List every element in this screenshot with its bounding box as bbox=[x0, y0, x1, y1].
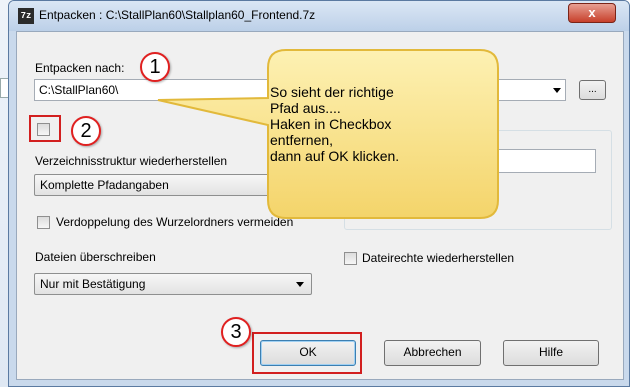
window-title: Entpacken : C:\StallPlan60\Stallplan60_F… bbox=[39, 8, 316, 22]
restore-rights-checkbox[interactable] bbox=[344, 252, 357, 265]
callout-text: So sieht der richtige Pfad aus.... Haken… bbox=[270, 84, 400, 164]
overwrite-value: Nur mit Bestätigung bbox=[40, 277, 146, 291]
checkbox-highlight-frame bbox=[29, 115, 61, 142]
extract-path-value: C:\StallPlan60\ bbox=[39, 83, 119, 97]
overwrite-label: Dateien überschreiben bbox=[35, 250, 156, 264]
overwrite-dropdown[interactable]: Nur mit Bestätigung bbox=[34, 273, 312, 295]
chevron-down-icon[interactable] bbox=[296, 282, 304, 287]
cancel-button[interactable]: Abbrechen bbox=[384, 340, 481, 366]
annotation-marker-3: 3 bbox=[221, 317, 251, 347]
eliminate-duplicate-checkbox[interactable] bbox=[37, 216, 50, 229]
7zip-app-icon: 7z bbox=[18, 8, 34, 24]
extract-to-label: Entpacken nach: bbox=[35, 61, 125, 75]
annotation-marker-2: 2 bbox=[71, 116, 101, 146]
browse-button[interactable]: ... bbox=[579, 80, 606, 100]
close-button[interactable]: x bbox=[568, 3, 616, 23]
password-input[interactable] bbox=[485, 149, 596, 173]
chevron-down-icon[interactable] bbox=[553, 88, 561, 93]
restore-rights-label: Dateirechte wiederherstellen bbox=[362, 251, 515, 265]
ok-button[interactable]: OK bbox=[260, 340, 356, 366]
help-button[interactable]: Hilfe bbox=[503, 340, 599, 366]
